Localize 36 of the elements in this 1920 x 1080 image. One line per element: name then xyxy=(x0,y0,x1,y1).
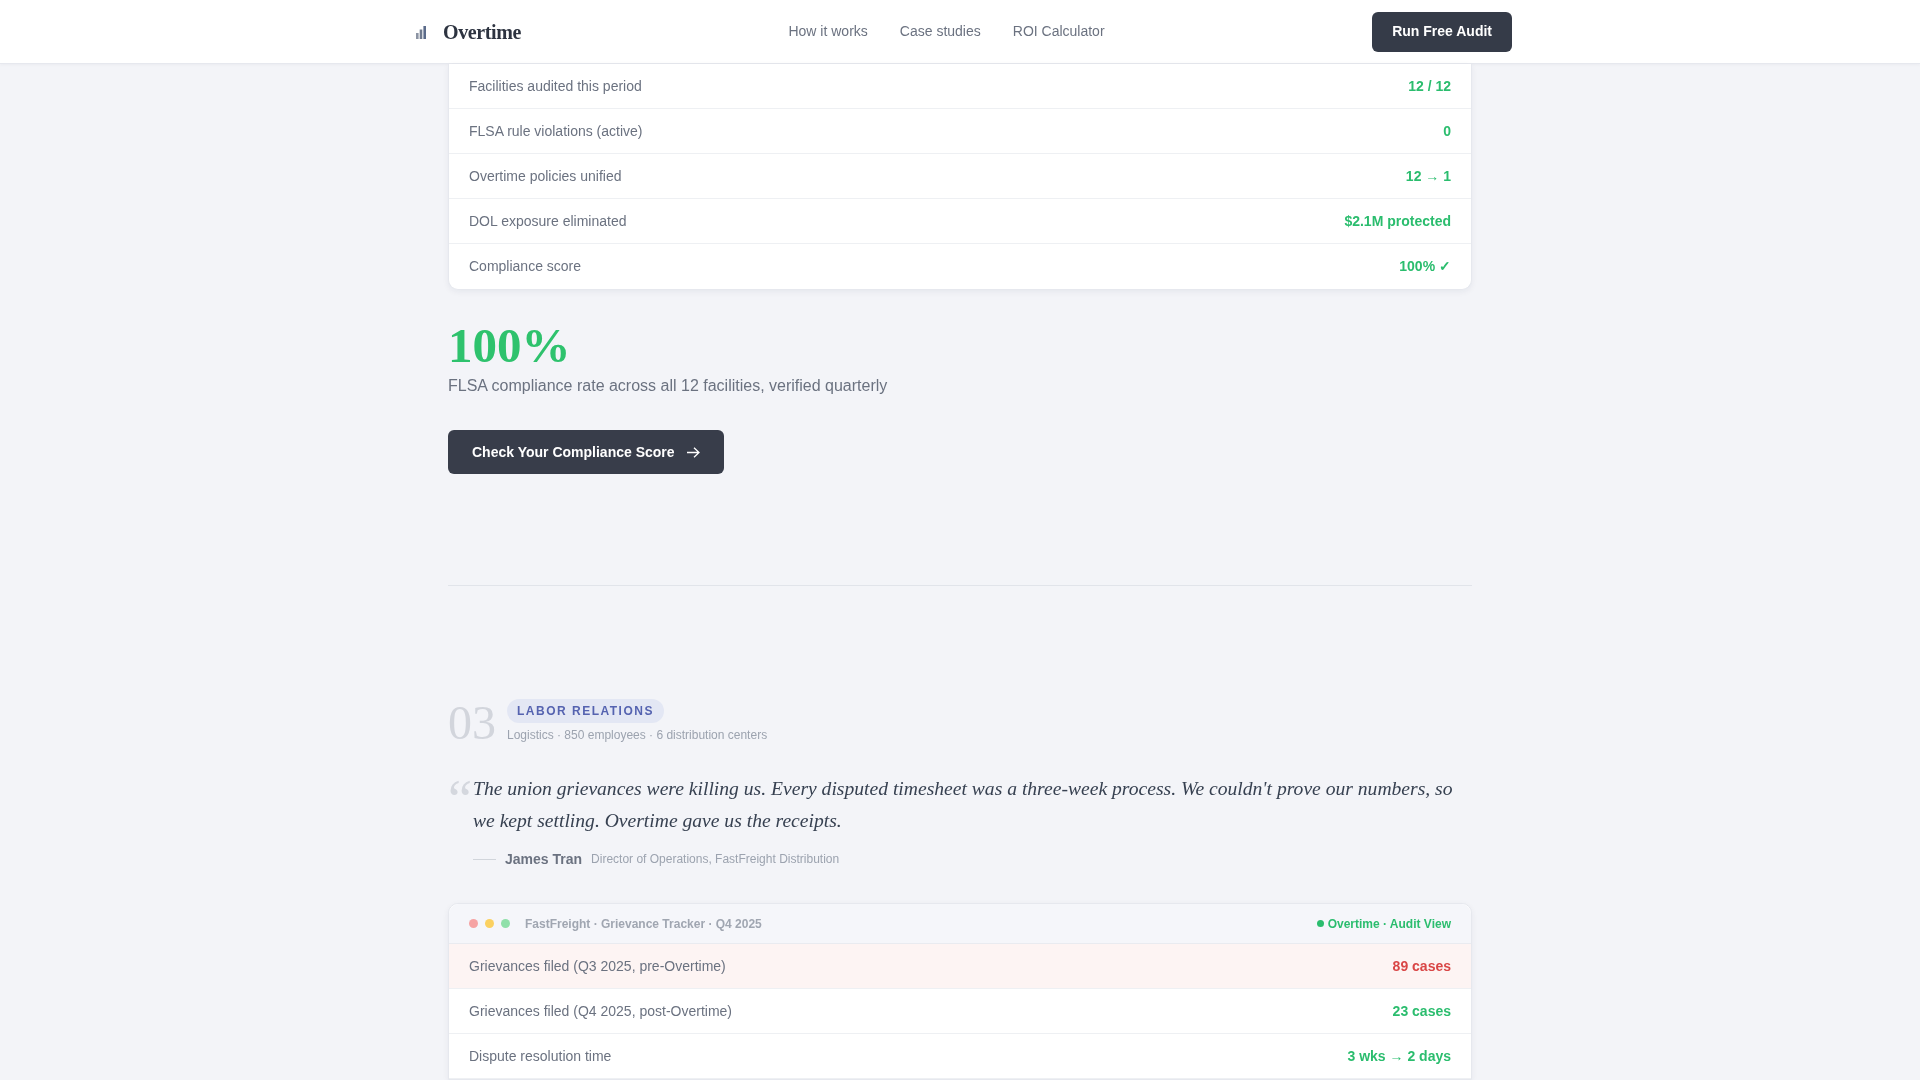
metric-label: Compliance score xyxy=(469,257,582,276)
metric-label: Facilities audited this period xyxy=(469,76,642,96)
quote-text: The union grievances were killing us. Every disputed timesheet was a three-week process. We couldn't prove our numbers, so we kept settling. Overtime gave us the receipts. xyxy=(473,777,1454,833)
metric-label: DOL exposure eliminated xyxy=(469,211,627,231)
metric-value: $2.1M protected xyxy=(1344,211,1451,231)
metric-label: Dispute resolution time xyxy=(469,1046,612,1066)
tracker-title: FastFreight · Grievance Tracker · Q4 2025 xyxy=(525,915,762,933)
metric-label: FLSA rule violations (active) xyxy=(469,121,643,141)
nav-link[interactable]: How it works xyxy=(788,21,868,42)
arrow-icon xyxy=(686,446,700,458)
nav-link[interactable]: Case studies xyxy=(899,21,981,42)
nav-link[interactable]: ROI Calculator xyxy=(1012,21,1105,42)
check-score-button[interactable]: Check Your Compliance Score xyxy=(448,430,724,474)
category-tag: LABOR RELATIONS xyxy=(507,699,664,723)
metric-label: Grievances filed (Q4 2025, post-Overtime) xyxy=(469,1001,732,1021)
metric-value: 12 / 12 xyxy=(1408,76,1451,96)
metric-label: Grievances filed (Q3 2025, pre-Overtime) xyxy=(469,956,726,976)
author-name: James Tran xyxy=(505,850,583,869)
run-audit-button[interactable]: Run Free Audit xyxy=(1372,11,1512,52)
stat-value: 100% xyxy=(448,320,571,372)
quote-mark: “ xyxy=(448,773,473,807)
metric-label: Overtime policies unified xyxy=(469,166,622,186)
metric-value: 3 wks → 2 days xyxy=(1347,1046,1451,1066)
company-meta: Logistics · 850 employees · 6 distribution centers xyxy=(507,727,768,744)
metric-value: 100% ✓ xyxy=(1399,257,1451,276)
metric-value: 12 → 1 xyxy=(1405,166,1451,186)
window-dots-icon xyxy=(469,919,510,928)
author-role: Director of Operations, FastFreight Distribution xyxy=(591,851,840,868)
metric-value: 23 cases xyxy=(1392,1001,1451,1021)
status-dot-icon xyxy=(1316,920,1324,927)
stat-caption: FLSA compliance rate across all 12 facilities, verified quarterly xyxy=(448,376,888,396)
status-label: Overtime · Audit View xyxy=(1327,915,1451,933)
bar-chart-icon xyxy=(416,24,426,39)
logo-text[interactable]: Overtime xyxy=(443,16,521,47)
metric-value: 0 xyxy=(1443,121,1451,141)
metric-value: 89 cases xyxy=(1392,956,1451,976)
